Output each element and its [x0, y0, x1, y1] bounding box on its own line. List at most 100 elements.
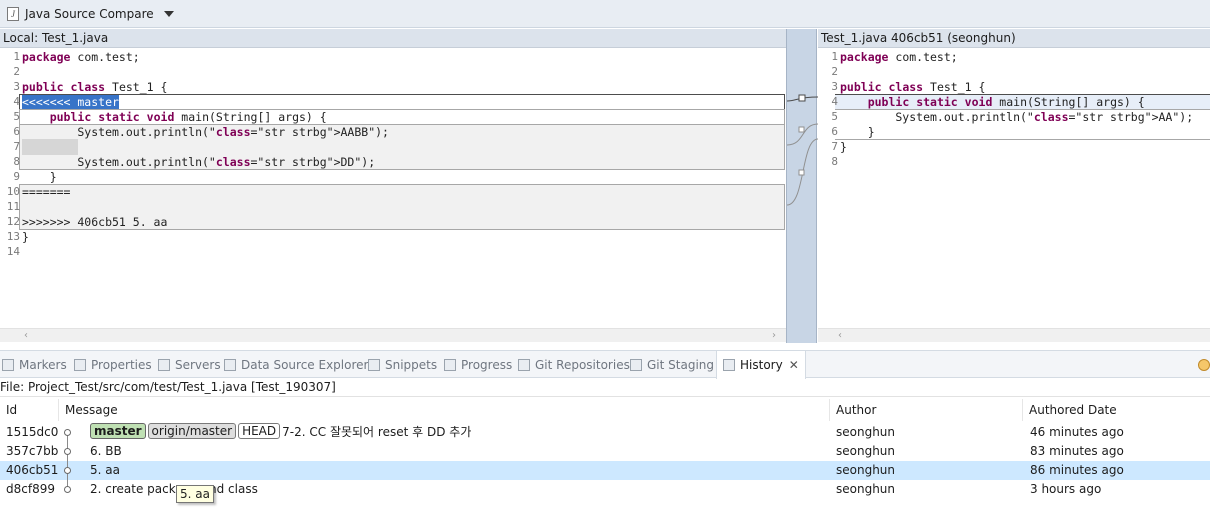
column-header-author[interactable]: Author	[830, 399, 1023, 421]
line-number: 8	[831, 155, 838, 168]
left-pane-header: Local: Test_1.java	[0, 29, 786, 48]
data-source-icon	[224, 359, 236, 371]
tab-markers[interactable]: Markers	[2, 351, 67, 379]
line-number: 7	[831, 140, 838, 153]
line-number: 1	[13, 50, 20, 63]
tab-properties[interactable]: Properties	[74, 351, 152, 379]
commit-author: seonghun	[836, 482, 896, 496]
branch-badge-origin-master: origin/master	[147, 423, 237, 439]
table-row[interactable]: 357c7bb 6. BB seonghun 83 minutes ago	[0, 442, 1210, 461]
tab-progress[interactable]: Progress	[444, 351, 512, 379]
commit-graph-node	[64, 448, 71, 455]
empty-line-placeholder	[22, 139, 78, 155]
scroll-right-icon[interactable]: ›	[772, 329, 776, 342]
view-tabs-bar: Markers Properties Servers Data Source E…	[0, 350, 1210, 379]
right-code-pane[interactable]: 1 package com.test; 2 3 public class Test_1 …	[818, 48, 1210, 343]
commit-message: 7-2. CC 잘못되어 reset 후 DD 추가	[282, 425, 472, 439]
commit-graph-node	[64, 429, 71, 436]
scroll-left-icon[interactable]: ‹	[838, 329, 842, 342]
close-icon[interactable]: ✕	[789, 351, 799, 379]
history-file-path: File: Project_Test/src/com/test/Test_1.j…	[0, 378, 1210, 397]
code-line: public static void main(String[] args) {	[867, 95, 1145, 109]
line-number: 14	[6, 245, 20, 258]
view-menu-dropdown-icon[interactable]	[163, 10, 174, 17]
line-number: 3	[13, 80, 20, 93]
tab-snippets[interactable]: Snippets	[368, 351, 437, 379]
code-line: System.out.println("class="str strbg">AA…	[22, 125, 389, 139]
commit-author: seonghun	[836, 444, 896, 458]
properties-icon	[74, 359, 86, 371]
compare-editor-titlebar: J Java Source Compare	[0, 0, 1210, 28]
line-number: 10	[6, 185, 20, 198]
commit-author: seonghun	[836, 425, 896, 439]
line-number: 13	[6, 230, 20, 243]
history-icon	[723, 359, 735, 371]
code-line: }	[22, 170, 57, 184]
tab-data-source-explorer[interactable]: Data Source Explorer	[224, 351, 368, 379]
right-pane-header: Test_1.java 406cb51 (seonghun)	[818, 29, 1210, 48]
commit-graph-node	[64, 486, 71, 493]
commit-date: 86 minutes ago	[1030, 463, 1124, 477]
line-number: 12	[6, 215, 20, 228]
commit-message: 5. aa	[90, 463, 120, 477]
line-number: 2	[13, 65, 20, 78]
left-code-pane[interactable]: 1 package com.test; 2 3 public class Test_1 …	[0, 48, 786, 343]
code-line: <<<<<<< master	[22, 95, 119, 109]
code-line: package com.test;	[22, 50, 140, 64]
line-number: 7	[13, 140, 20, 153]
code-line: >>>>>>> 406cb51 5. aa	[22, 215, 168, 229]
code-line: }	[840, 125, 875, 139]
column-header-date[interactable]: Authored Date	[1023, 399, 1210, 421]
code-line: }	[22, 230, 29, 244]
line-number: 6	[831, 125, 838, 138]
line-number: 3	[831, 80, 838, 93]
commit-message: 6. BB	[90, 444, 122, 458]
tab-git-repositories[interactable]: Git Repositories	[518, 351, 630, 379]
code-line: public class Test_1 {	[840, 80, 986, 94]
table-row-selected[interactable]: 406cb51 5. aa seonghun 86 minutes ago	[0, 461, 1210, 480]
commit-date: 3 hours ago	[1030, 482, 1102, 496]
link-with-editor-icon[interactable]	[1198, 359, 1210, 371]
commit-tooltip: 5. aa	[176, 485, 214, 503]
code-line: }	[840, 140, 847, 154]
commit-graph-line	[67, 432, 68, 490]
servers-icon	[158, 359, 170, 371]
progress-icon	[444, 359, 456, 371]
git-repositories-icon	[518, 359, 530, 371]
code-line: System.out.println("class="str strbg">AA…	[840, 110, 1194, 124]
branch-badge-head: HEAD	[238, 423, 281, 439]
snippets-icon	[368, 359, 380, 371]
column-header-id[interactable]: Id	[0, 399, 59, 421]
tab-git-staging[interactable]: Git Staging	[630, 351, 714, 379]
line-number: 1	[831, 50, 838, 63]
scroll-left-icon[interactable]: ‹	[24, 329, 28, 342]
commit-graph-node	[64, 467, 71, 474]
java-file-icon: J	[7, 6, 19, 21]
diff-connector-lines	[787, 94, 818, 206]
commit-date: 46 minutes ago	[1030, 425, 1124, 439]
line-number: 6	[13, 125, 20, 138]
conflict-marker-box	[19, 94, 785, 110]
line-number: 2	[831, 65, 838, 78]
column-header-message[interactable]: Message	[59, 399, 830, 421]
line-number: 4	[831, 95, 838, 108]
commit-author: seonghun	[836, 463, 896, 477]
tab-servers[interactable]: Servers	[158, 351, 221, 379]
branch-badge-master: master	[90, 423, 146, 439]
commit-date: 83 minutes ago	[1030, 444, 1124, 458]
code-line: public class Test_1 {	[22, 80, 168, 94]
diff-connector-bar	[786, 29, 818, 343]
table-row[interactable]: 1515dc0 master origin/master HEAD 7-2. CC 잘…	[0, 423, 1210, 442]
git-staging-icon	[630, 359, 642, 371]
line-number: 5	[13, 110, 20, 123]
line-number: 5	[831, 110, 838, 123]
markers-icon	[2, 359, 14, 371]
line-number: 4	[13, 95, 20, 108]
line-number: 8	[13, 155, 20, 168]
history-table-header: Id Message Author Authored Date	[0, 399, 1210, 421]
right-horizontal-scrollbar[interactable]: ‹	[818, 328, 1210, 342]
left-horizontal-scrollbar[interactable]: ‹ ›	[0, 328, 786, 342]
commit-message: 2. create package and class	[90, 482, 258, 496]
tab-history[interactable]: History ✕	[716, 351, 806, 379]
line-number: 9	[13, 170, 20, 183]
